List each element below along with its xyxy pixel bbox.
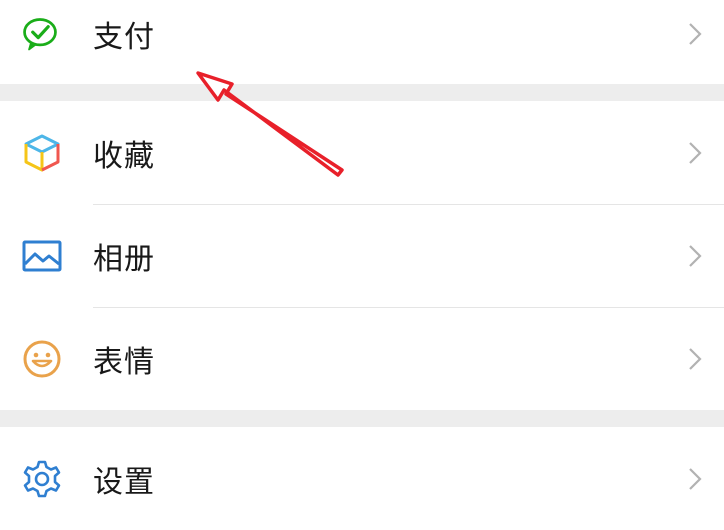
wechat-me-page: 支付 收藏 相册 表情 设置	[0, 0, 724, 530]
picture-icon	[20, 234, 64, 278]
menu-item-stickers[interactable]: 表情	[0, 307, 724, 410]
pay-group: 支付	[0, 0, 724, 84]
menu-item-album[interactable]: 相册	[0, 204, 724, 307]
chevron-right-icon	[688, 347, 702, 371]
cube-icon	[20, 131, 64, 175]
menu-item-favorites[interactable]: 收藏	[0, 101, 724, 204]
content-group: 收藏 相册 表情	[0, 101, 724, 410]
wechat-pay-icon	[20, 14, 60, 54]
chevron-right-icon	[688, 22, 702, 46]
menu-item-settings-label: 设置	[93, 464, 155, 500]
chevron-right-icon	[688, 244, 702, 268]
menu-item-album-label: 相册	[93, 241, 155, 277]
menu-item-settings[interactable]: 设置	[0, 427, 724, 530]
settings-group: 设置	[0, 427, 724, 530]
menu-item-stickers-label: 表情	[93, 344, 155, 380]
smile-icon	[20, 337, 64, 381]
gear-icon	[20, 457, 64, 501]
chevron-right-icon	[688, 141, 702, 165]
menu-item-favorites-label: 收藏	[93, 138, 155, 174]
menu-item-pay[interactable]: 支付	[0, 0, 724, 84]
chevron-right-icon	[688, 467, 702, 491]
menu-item-pay-label: 支付	[93, 20, 155, 55]
